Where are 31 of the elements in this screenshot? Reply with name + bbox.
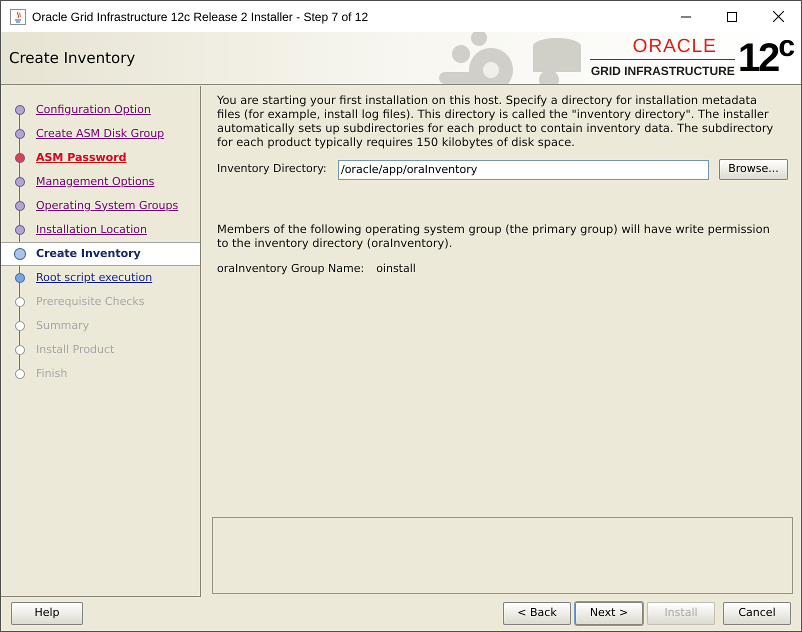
step-link: Summary: [36, 318, 90, 334]
product-name: GRID INFRASTRUCTURE: [590, 62, 735, 80]
group-label: oraInventory Group Name:: [217, 261, 364, 277]
wizard-button[interactable]: Next >: [575, 602, 643, 624]
group-value: oinstall: [376, 261, 416, 277]
step-link[interactable]: Operating System Groups: [36, 198, 178, 214]
step-link[interactable]: Management Options: [36, 174, 154, 190]
step-link[interactable]: Installation Location: [36, 222, 147, 238]
step-link[interactable]: ASM Password: [36, 150, 127, 166]
step-link: Install Product: [36, 342, 114, 358]
inventory-directory-field[interactable]: /oracle/app/oraInventory: [338, 160, 709, 180]
step-link: Finish: [36, 366, 68, 382]
java-app-icon: [10, 8, 26, 24]
brand-logo-text: ORACLE: [632, 36, 717, 56]
browse-button[interactable]: Browse...: [719, 159, 788, 180]
step-link[interactable]: Create Inventory: [36, 246, 141, 262]
intro-text: You are starting your first installation on this host. Specify a directory for installation metadata files (for example, install log files). This directory is called the "inventory directory". The installer automatically sets up subdirectories for each product to contain inventory data. The subdirectory for each product typically requires 150 kilobytes of disk space.: [217, 93, 774, 149]
window-title: Oracle Grid Infrastructure 12c Release 2 Installer - Step 7 of 12: [32, 8, 368, 26]
close-icon: [772, 11, 784, 22]
wizard-button[interactable]: Cancel: [723, 602, 791, 624]
field-label: Inventory Directory:: [217, 161, 328, 178]
step-link[interactable]: Create ASM Disk Group: [36, 126, 164, 142]
page-title: Create Inventory: [9, 48, 136, 69]
step-link[interactable]: Root script execution: [36, 270, 152, 286]
wizard-button[interactable]: Help: [11, 602, 83, 624]
version-logo-text: 12$^{c}$: [738, 38, 793, 78]
step-link: Prerequisite Checks: [36, 294, 144, 310]
wizard-button[interactable]: < Back: [503, 602, 571, 624]
group-note-text: Members of the following operating system group (the primary group) will have write permission to the inventory directory (oraInventory).: [217, 222, 771, 250]
maximize-icon: [727, 12, 737, 22]
step-link[interactable]: Configuration Option: [36, 102, 151, 118]
